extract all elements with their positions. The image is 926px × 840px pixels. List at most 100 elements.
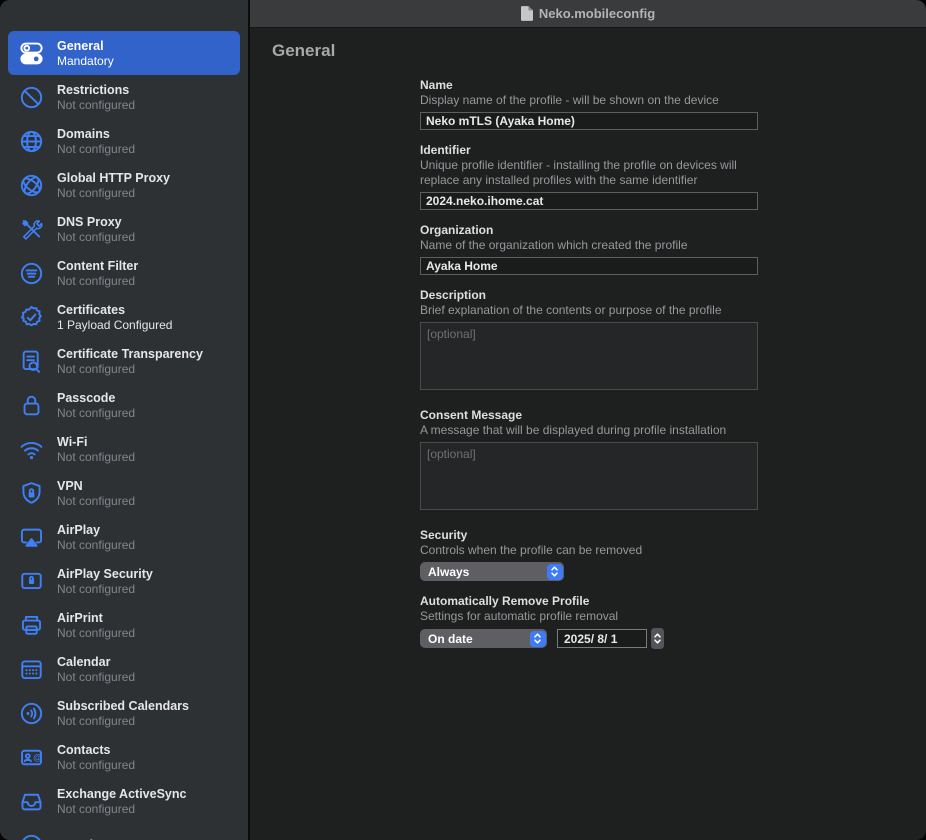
sidebar-item-calendar[interactable]: CalendarNot configured xyxy=(8,647,240,691)
sidebar-item-vpn[interactable]: VPNNot configured xyxy=(8,471,240,515)
name-input[interactable] xyxy=(420,112,758,130)
date-controls-row: On date 2025/ 8/ 1 xyxy=(420,628,758,649)
general-form: NameDisplay name of the profile - will b… xyxy=(420,77,758,661)
date-stepper[interactable] xyxy=(651,628,664,649)
field-description: Name of the organization which created t… xyxy=(420,238,758,253)
screen-lock-icon xyxy=(15,565,47,597)
field-control xyxy=(420,192,758,210)
envelope-circle-icon xyxy=(15,829,47,840)
description-textarea[interactable] xyxy=(420,322,758,390)
prohibition-icon xyxy=(15,81,47,113)
seal-check-icon xyxy=(15,301,47,333)
sidebar-item-label: Contacts xyxy=(57,743,135,758)
sidebar-item-label: Calendar xyxy=(57,655,135,670)
field-label: Security xyxy=(420,527,758,543)
sidebar-item-text: CalendarNot configured xyxy=(57,655,135,684)
organization-input[interactable] xyxy=(420,257,758,275)
field-label: Automatically Remove Profile xyxy=(420,593,758,609)
popup-selected-value: Always xyxy=(428,565,469,579)
field-control xyxy=(420,322,758,395)
sidebar-item-wi-fi[interactable]: Wi-FiNot configured xyxy=(8,427,240,471)
sidebar-item-status: Mandatory xyxy=(57,54,114,68)
sidebar-item-global-http-proxy[interactable]: Global HTTP ProxyNot configured xyxy=(8,163,240,207)
document-icon xyxy=(521,6,533,21)
field-automatically-remove-profile: Automatically Remove ProfileSettings for… xyxy=(420,593,758,649)
sidebar-item-status: Not configured xyxy=(57,758,135,772)
sidebar-item-certificates[interactable]: Certificates1 Payload Configured xyxy=(8,295,240,339)
tray-icon xyxy=(15,785,47,817)
sidebar-item-label: Exchange ActiveSync xyxy=(57,787,186,802)
sidebar-item-label: Passcode xyxy=(57,391,135,406)
sidebar-item-google-account[interactable]: Google Account xyxy=(8,823,240,840)
sidebar-item-general[interactable]: GeneralMandatory xyxy=(8,31,240,75)
field-security: SecurityControls when the profile can be… xyxy=(420,527,758,581)
page-title: General xyxy=(272,41,335,61)
sidebar-item-content-filter[interactable]: Content FilterNot configured xyxy=(8,251,240,295)
sidebar-item-text: Content FilterNot configured xyxy=(57,259,138,288)
sidebar-item-status: Not configured xyxy=(57,494,135,508)
field-label: Identifier xyxy=(420,142,758,158)
sidebar-item-text: Subscribed CalendarsNot configured xyxy=(57,699,189,728)
sidebar-item-status: Not configured xyxy=(57,450,135,464)
sidebar-item-restrictions[interactable]: RestrictionsNot configured xyxy=(8,75,240,119)
sidebar-item-label: VPN xyxy=(57,479,135,494)
sidebar-item-text: Global HTTP ProxyNot configured xyxy=(57,171,170,200)
sidebar-item-text: AirPlay SecurityNot configured xyxy=(57,567,153,596)
automatically-remove-profile-popup-button[interactable]: On date xyxy=(420,629,547,648)
field-description: Display name of the profile - will be sh… xyxy=(420,93,758,108)
globe-mesh-icon xyxy=(15,169,47,201)
shield-lock-icon xyxy=(15,477,47,509)
sidebar-item-status: 1 Payload Configured xyxy=(57,318,172,332)
toggles-icon xyxy=(15,37,47,69)
sidebar-item-dns-proxy[interactable]: DNS ProxyNot configured xyxy=(8,207,240,251)
sidebar-item-status: Not configured xyxy=(57,626,135,640)
sidebar-item-exchange-activesync[interactable]: Exchange ActiveSyncNot configured xyxy=(8,779,240,823)
payload-sidebar[interactable]: GeneralMandatory RestrictionsNot configur… xyxy=(0,0,250,840)
sidebar-item-text: GeneralMandatory xyxy=(57,39,114,68)
identifier-input[interactable] xyxy=(420,192,758,210)
sidebar-item-passcode[interactable]: PasscodeNot configured xyxy=(8,383,240,427)
sidebar-item-airplay[interactable]: AirPlayNot configured xyxy=(8,515,240,559)
sidebar-item-status: Not configured xyxy=(57,582,153,596)
field-label: Organization xyxy=(420,222,758,238)
field-organization: OrganizationName of the organization whi… xyxy=(420,222,758,275)
sidebar-item-status: Not configured xyxy=(57,274,138,288)
sidebar-item-text: Certificates1 Payload Configured xyxy=(57,303,172,332)
consent-message-textarea[interactable] xyxy=(420,442,758,510)
sidebar-item-subscribed-calendars[interactable]: Subscribed CalendarsNot configured xyxy=(8,691,240,735)
field-description: Settings for automatic profile removal xyxy=(420,609,758,624)
globe-icon xyxy=(15,125,47,157)
sidebar-item-text: ContactsNot configured xyxy=(57,743,135,772)
field-name: NameDisplay name of the profile - will b… xyxy=(420,77,758,130)
sidebar-item-text: Certificate TransparencyNot configured xyxy=(57,347,203,376)
sidebar-item-label: Wi-Fi xyxy=(57,435,135,450)
wifi-icon xyxy=(15,433,47,465)
sidebar-item-label: Subscribed Calendars xyxy=(57,699,189,714)
sidebar-item-status: Not configured xyxy=(57,714,189,728)
field-control xyxy=(420,257,758,275)
sidebar-item-domains[interactable]: DomainsNot configured xyxy=(8,119,240,163)
sidebar-item-label: Content Filter xyxy=(57,259,138,274)
contact-card-icon: @ xyxy=(15,741,47,773)
field-description: A message that will be displayed during … xyxy=(420,423,758,438)
sidebar-item-text: Wi-FiNot configured xyxy=(57,435,135,464)
sidebar-item-certificate-transparency[interactable]: Certificate TransparencyNot configured xyxy=(8,339,240,383)
field-label: Consent Message xyxy=(420,407,758,423)
field-control xyxy=(420,442,758,515)
sidebar-item-status: Not configured xyxy=(57,98,135,112)
sidebar-item-status: Not configured xyxy=(57,142,135,156)
sidebar-item-status: Not configured xyxy=(57,230,135,244)
security-popup-button[interactable]: Always xyxy=(420,562,564,581)
sidebar-item-airplay-security[interactable]: AirPlay SecurityNot configured xyxy=(8,559,240,603)
main-content: General NameDisplay name of the profile … xyxy=(250,28,926,840)
sidebar-item-contacts[interactable]: @ ContactsNot configured xyxy=(8,735,240,779)
sidebar-item-airprint[interactable]: AirPrintNot configured xyxy=(8,603,240,647)
field-control xyxy=(420,112,758,130)
sidebar-item-text: DomainsNot configured xyxy=(57,127,135,156)
chevron-up-down-icon xyxy=(530,631,546,647)
field-identifier: IdentifierUnique profile identifier - in… xyxy=(420,142,758,210)
sidebar-item-label: AirPlay xyxy=(57,523,135,538)
removal-date-field[interactable]: 2025/ 8/ 1 xyxy=(557,629,647,648)
field-label: Name xyxy=(420,77,758,93)
filter-circle-icon xyxy=(15,257,47,289)
